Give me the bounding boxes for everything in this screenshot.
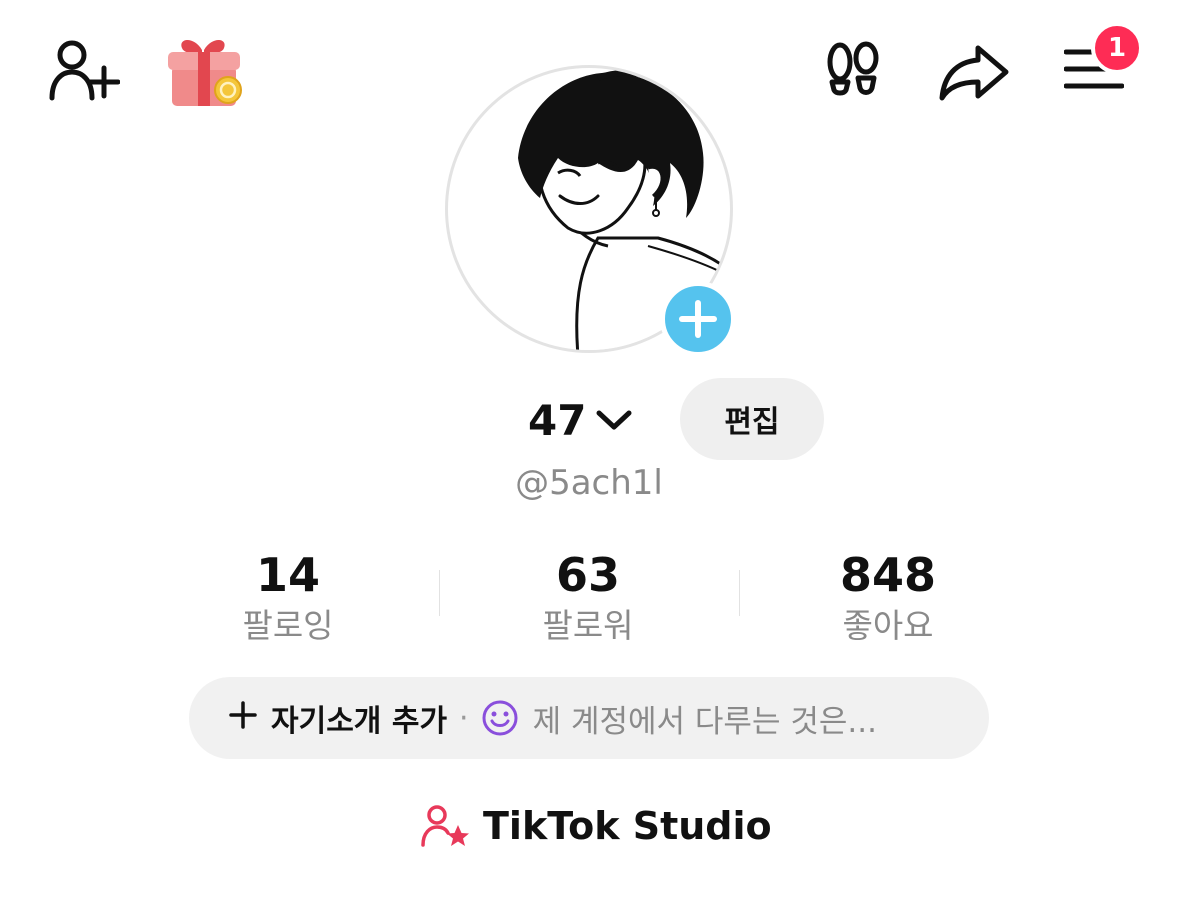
profile-page: 1 47 편집 @5ach1l 14 팔로잉 63 팔로워 848 좋아요 자기… <box>0 0 1178 903</box>
likes-label: 좋아요 <box>842 606 934 645</box>
gift-icon[interactable] <box>166 34 246 108</box>
stat-divider <box>439 570 440 616</box>
display-name: 47 <box>528 395 587 445</box>
followers-count: 63 <box>555 548 620 602</box>
edit-profile-button[interactable]: 편집 <box>680 378 824 460</box>
plus-icon <box>229 700 257 736</box>
stat-divider <box>739 570 740 616</box>
footprints-icon[interactable] <box>824 40 884 102</box>
tiktok-studio-label: TikTok Studio <box>483 804 772 848</box>
menu-notification-badge: 1 <box>1091 22 1143 74</box>
add-friend-icon[interactable] <box>48 38 121 102</box>
share-icon[interactable] <box>938 42 1010 102</box>
avatar-add-button[interactable] <box>660 281 736 357</box>
following-count: 14 <box>255 548 320 602</box>
followers-label: 팔로워 <box>542 606 634 645</box>
add-bio-label: 자기소개 추가 <box>271 704 448 739</box>
display-name-row[interactable]: 47 <box>528 392 634 448</box>
stat-likes[interactable]: 848 좋아요 <box>768 548 1008 650</box>
avatar-container <box>445 65 736 357</box>
stat-followers[interactable]: 63 팔로워 <box>468 548 708 650</box>
tiktok-studio-link[interactable]: TikTok Studio <box>421 800 772 852</box>
likes-count: 848 <box>839 548 937 602</box>
stat-following[interactable]: 14 팔로잉 <box>168 548 408 650</box>
following-label: 팔로잉 <box>242 606 334 645</box>
chevron-down-icon <box>594 406 634 434</box>
username: @5ach1l <box>515 463 663 503</box>
bio-hint: 제 계정에서 다루는 것은... <box>532 703 877 740</box>
add-bio-button[interactable]: 자기소개 추가 · 제 계정에서 다루는 것은... <box>189 677 989 759</box>
smile-icon <box>481 699 519 737</box>
creator-star-icon <box>421 803 471 849</box>
separator-dot: · <box>459 700 469 736</box>
